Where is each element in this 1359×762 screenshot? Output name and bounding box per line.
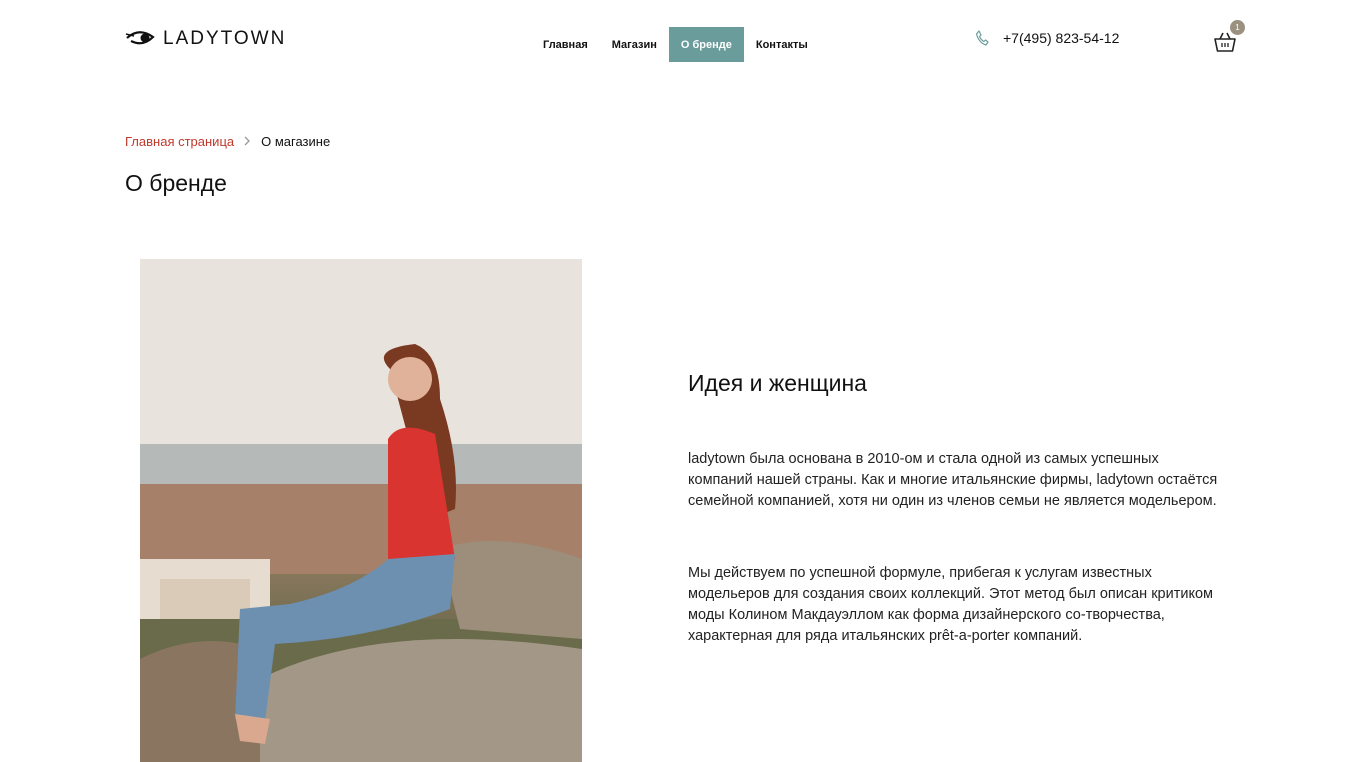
brand-photo: [140, 259, 582, 762]
article-paragraph-1: ladytown была основана в 2010-ом и стала…: [688, 451, 1218, 509]
phone-contact[interactable]: +7(495) 823-54-12: [975, 30, 1119, 46]
breadcrumb-home-link[interactable]: Главная страница: [125, 134, 234, 149]
eye-logo-icon: [125, 31, 155, 45]
logo-text: LADYTOWN: [163, 28, 287, 49]
nav-item-about-brand[interactable]: О бренде: [668, 27, 744, 62]
breadcrumb-current: О магазине: [261, 134, 331, 149]
logo[interactable]: LADYTOWN: [125, 28, 286, 50]
woman-sitting-on-rock-image: [140, 259, 582, 762]
cart-button[interactable]: 1: [1213, 20, 1245, 54]
breadcrumb: Главная страница О магазине: [125, 134, 330, 149]
phone-icon: [975, 30, 989, 46]
article-title: Идея и женщина: [688, 370, 867, 396]
cart-count-badge: 1: [1230, 20, 1245, 35]
nav-item-contacts[interactable]: Контакты: [744, 27, 820, 62]
article-paragraph-2: Мы действуем по успешной формуле, прибег…: [688, 565, 1213, 644]
nav-item-shop[interactable]: Магазин: [600, 27, 669, 62]
phone-number[interactable]: +7(495) 823-54-12: [1003, 30, 1119, 46]
chevron-right-icon: [244, 134, 251, 149]
nav-item-home[interactable]: Главная: [531, 27, 600, 62]
page-title: О бренде: [125, 170, 227, 196]
main-nav: Главная Магазин О бренде Контакты: [531, 27, 820, 62]
